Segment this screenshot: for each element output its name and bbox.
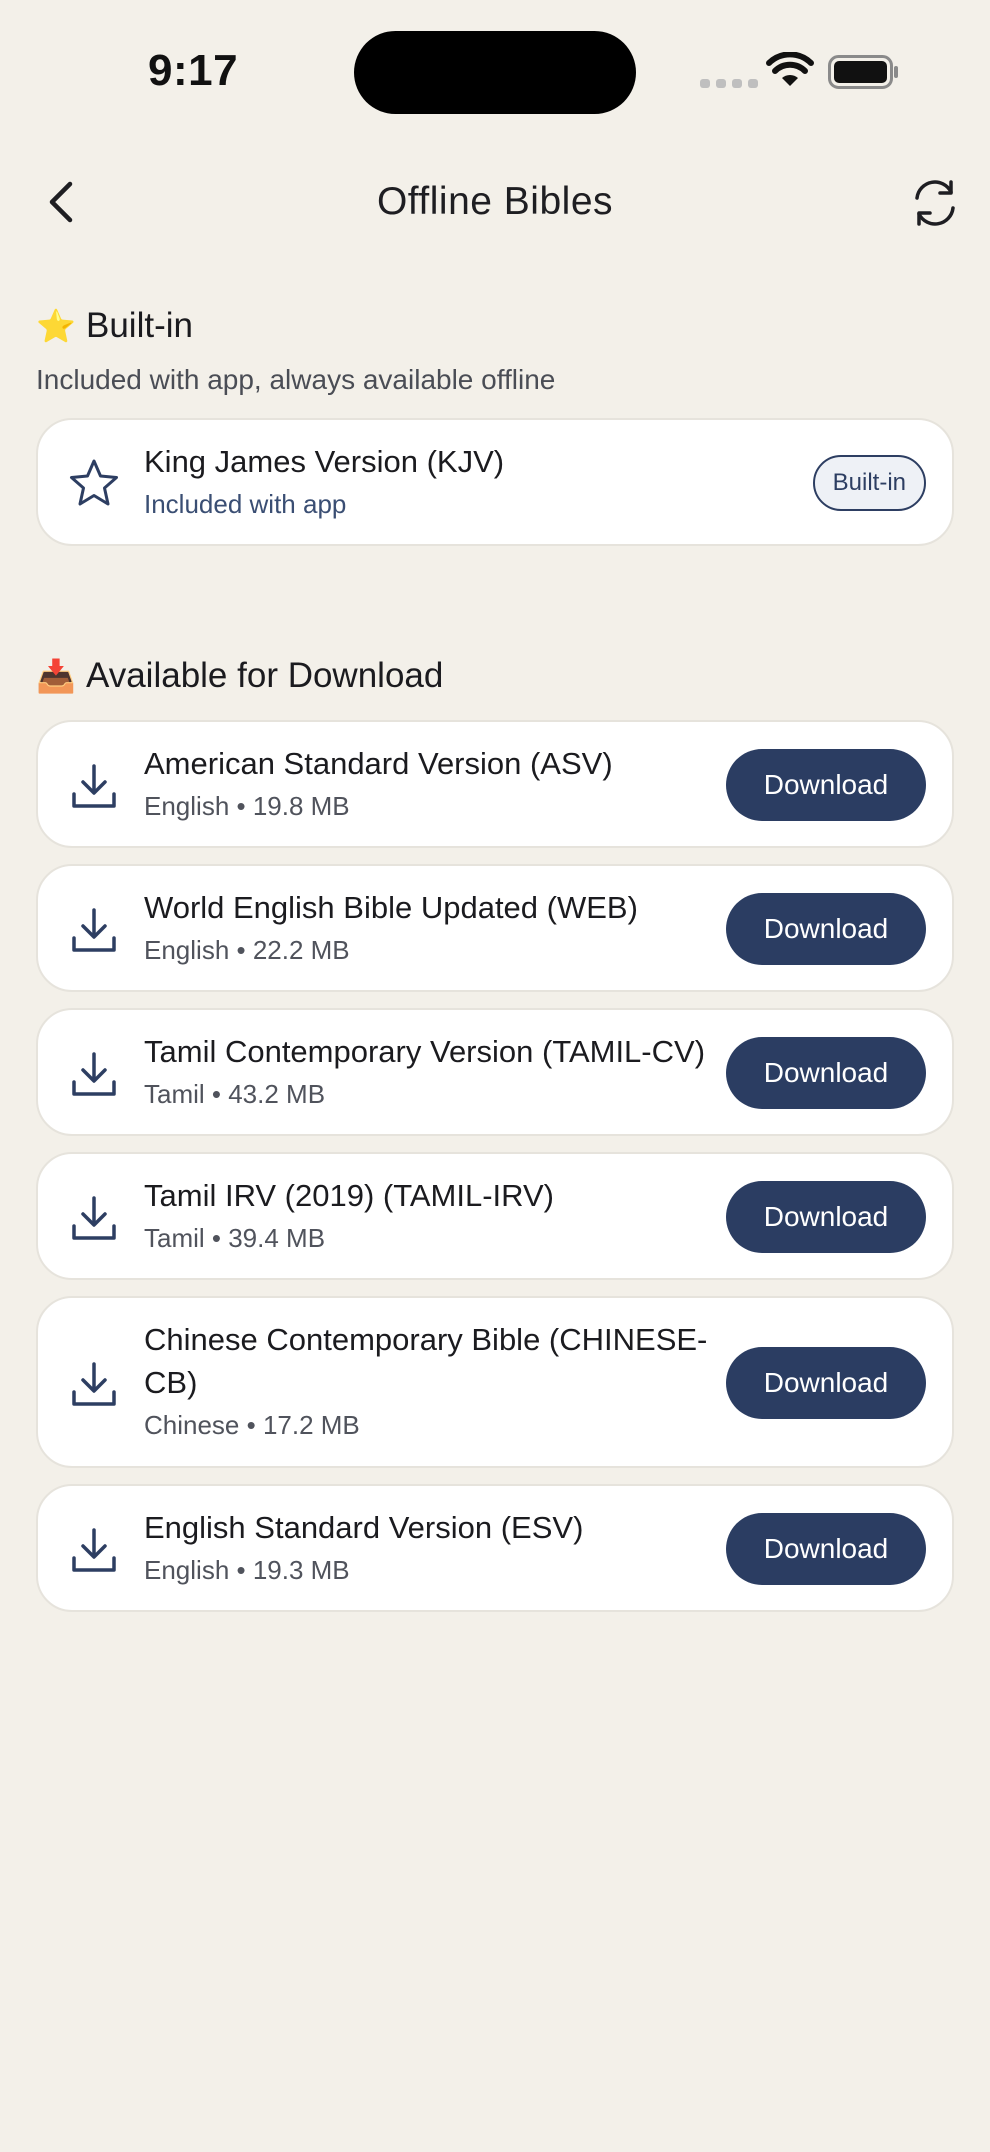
bible-title: Tamil IRV (2019) (TAMIL-IRV) bbox=[144, 1178, 554, 1213]
download-icon bbox=[72, 764, 116, 808]
star-icon bbox=[70, 459, 118, 506]
card-text: World English Bible Updated (WEB) Englis… bbox=[144, 886, 638, 967]
bible-card-tamil-cv[interactable]: Tamil Contemporary Version (TAMIL-CV) Ta… bbox=[36, 1008, 954, 1136]
bible-card-chinese-cb[interactable]: Chinese Contemporary Bible (CHINESE-CB) … bbox=[36, 1296, 954, 1468]
status-time: 9:17 bbox=[148, 46, 239, 95]
screen: 9:17 Offline Bibles ⭐ Built-in Included … bbox=[0, 0, 990, 2152]
download-button[interactable]: Download bbox=[726, 1513, 926, 1585]
bible-card-kjv[interactable]: King James Version (KJV) Included with a… bbox=[36, 418, 954, 546]
download-icon bbox=[72, 1052, 116, 1096]
bible-card-esv[interactable]: English Standard Version (ESV) English •… bbox=[36, 1484, 954, 1612]
bible-card-asv[interactable]: American Standard Version (ASV) English … bbox=[36, 720, 954, 848]
bible-meta: Tamil • 39.4 MB bbox=[144, 1223, 326, 1253]
dynamic-island bbox=[354, 31, 636, 114]
bible-title: World English Bible Updated (WEB) bbox=[144, 890, 638, 925]
bible-meta: English • 19.8 MB bbox=[144, 791, 350, 821]
download-button[interactable]: Download bbox=[726, 1037, 926, 1109]
builtin-badge: Built-in bbox=[812, 455, 926, 511]
builtin-section-header: ⭐ Built-in bbox=[36, 306, 193, 346]
section-subtitle: Included with app, always available offl… bbox=[36, 364, 556, 395]
download-button[interactable]: Download bbox=[726, 749, 926, 821]
download-icon bbox=[72, 1362, 116, 1406]
download-icon bbox=[72, 908, 116, 952]
section-title: Available for Download bbox=[86, 656, 444, 695]
nav-header: Offline Bibles bbox=[0, 160, 990, 244]
bible-title: English Standard Version (ESV) bbox=[144, 1510, 584, 1545]
card-text: Tamil Contemporary Version (TAMIL-CV) Ta… bbox=[144, 1030, 705, 1111]
battery-icon bbox=[828, 55, 898, 89]
bible-meta: Tamil • 43.2 MB bbox=[144, 1079, 326, 1109]
card-text: English Standard Version (ESV) English •… bbox=[144, 1506, 583, 1587]
download-icon bbox=[72, 1528, 116, 1572]
download-icon bbox=[72, 1196, 116, 1240]
card-text: Tamil IRV (2019) (TAMIL-IRV) Tamil • 39.… bbox=[144, 1174, 554, 1255]
inbox-tray-emoji-icon: 📥 bbox=[36, 658, 76, 694]
card-text: Chinese Contemporary Bible (CHINESE-CB) … bbox=[144, 1318, 754, 1442]
bible-meta: English • 22.2 MB bbox=[144, 935, 350, 965]
download-section-header: 📥 Available for Download bbox=[36, 656, 443, 696]
bible-meta: Chinese • 17.2 MB bbox=[144, 1410, 360, 1440]
bible-meta: English • 19.3 MB bbox=[144, 1555, 350, 1585]
cellular-signal-icon bbox=[700, 79, 758, 88]
status-bar: 9:17 bbox=[0, 0, 990, 140]
wifi-icon bbox=[766, 52, 814, 86]
bible-title: Chinese Contemporary Bible (CHINESE-CB) bbox=[144, 1322, 708, 1400]
bible-title: Tamil Contemporary Version (TAMIL-CV) bbox=[144, 1034, 706, 1069]
card-text: King James Version (KJV) Included with a… bbox=[144, 440, 504, 521]
bible-title: King James Version (KJV) bbox=[144, 444, 505, 479]
card-text: American Standard Version (ASV) English … bbox=[144, 742, 613, 823]
bible-card-web[interactable]: World English Bible Updated (WEB) Englis… bbox=[36, 864, 954, 992]
bible-card-tamil-irv[interactable]: Tamil IRV (2019) (TAMIL-IRV) Tamil • 39.… bbox=[36, 1152, 954, 1280]
star-emoji-icon: ⭐ bbox=[36, 308, 76, 344]
download-button[interactable]: Download bbox=[726, 1181, 926, 1253]
bible-title: American Standard Version (ASV) bbox=[144, 746, 613, 781]
page-title: Offline Bibles bbox=[376, 180, 614, 223]
download-button[interactable]: Download bbox=[726, 1347, 926, 1419]
section-title: Built-in bbox=[86, 306, 193, 345]
download-button[interactable]: Download bbox=[726, 893, 926, 965]
bible-meta: Included with app bbox=[144, 489, 347, 519]
refresh-icon[interactable] bbox=[910, 178, 960, 228]
